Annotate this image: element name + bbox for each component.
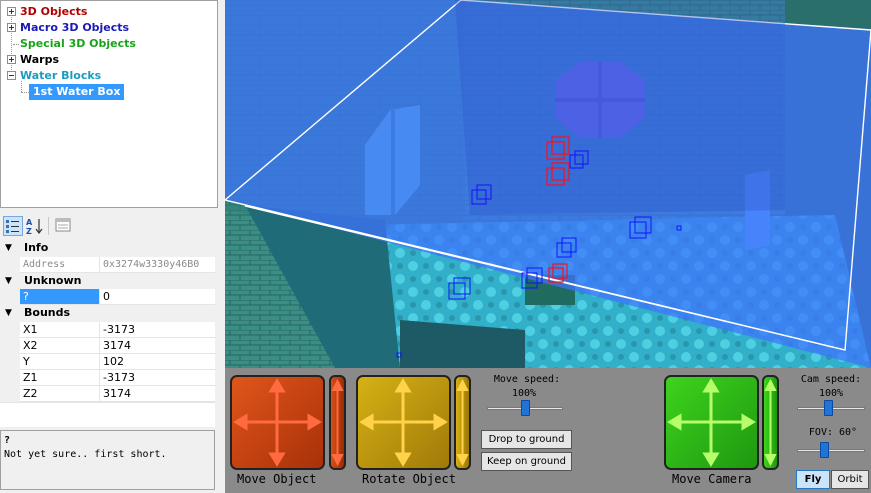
move-camera-vertical-slider[interactable] (762, 375, 779, 470)
fov-label: FOV: 60° (808, 427, 858, 438)
property-row-z2[interactable]: Z2 3174 (0, 386, 215, 402)
tree-item-label: Water Blocks (20, 69, 102, 82)
cam-speed-value: 100% (818, 388, 844, 399)
property-row-z1[interactable]: Z1 -3173 (0, 370, 215, 386)
property-row-y[interactable]: Y 102 (0, 354, 215, 370)
svg-text:A: A (26, 218, 33, 227)
cam-speed-label: Cam speed: (800, 374, 862, 385)
property-value[interactable]: 0x3274w3330y46B0 (99, 257, 215, 273)
category-title: Unknown (24, 274, 82, 287)
rotate-object-vertical-slider[interactable] (454, 375, 471, 470)
property-name: X2 (20, 338, 99, 354)
category-title: Bounds (24, 306, 71, 319)
four-way-arrow-icon (233, 378, 322, 467)
property-row-x2[interactable]: X2 3174 (0, 338, 215, 354)
property-value[interactable]: -3173 (99, 370, 215, 386)
tree-connector (21, 92, 29, 93)
move-speed-slider-thumb[interactable] (521, 400, 530, 416)
property-name: Z1 (20, 370, 99, 386)
3d-viewport[interactable] (225, 0, 871, 368)
collapse-chevron-icon[interactable]: ▼ (5, 305, 12, 321)
description-text: Not yet sure.. first short. (4, 449, 167, 460)
object-tree[interactable]: 3D Objects Macro 3D Objects Special 3D O… (0, 0, 218, 208)
cam-speed-slider-thumb[interactable] (823, 400, 833, 416)
rotate-object-pad[interactable] (356, 375, 451, 470)
vertical-arrow-icon (764, 378, 777, 467)
tree-item-label: Macro 3D Objects (20, 21, 130, 34)
level-scene (225, 0, 871, 368)
drop-to-ground-button[interactable]: Drop to ground (481, 430, 572, 449)
fly-mode-button[interactable]: Fly (796, 470, 830, 489)
rotate-object-label: Rotate Object (362, 472, 456, 486)
property-value[interactable]: 3174 (99, 386, 215, 402)
property-grid-empty-area (0, 402, 215, 427)
toolbar-separator (48, 217, 49, 235)
move-object-label: Move Object (237, 472, 317, 486)
svg-text:Z: Z (26, 227, 32, 236)
tree-item-label: 3D Objects (20, 5, 88, 18)
move-speed-value: 100% (511, 388, 537, 399)
property-value[interactable]: 0 (99, 289, 215, 305)
tree-connector (13, 44, 19, 45)
collapse-minus-icon[interactable] (7, 71, 16, 80)
property-value[interactable]: 3174 (99, 338, 215, 354)
tree-item-label: Special 3D Objects (20, 37, 136, 50)
property-row-address[interactable]: Address 0x3274w3330y46B0 (0, 257, 215, 273)
move-object-pad[interactable] (230, 375, 325, 470)
four-way-arrow-icon (359, 378, 448, 467)
vertical-arrow-icon (331, 378, 344, 467)
expand-plus-icon[interactable] (7, 55, 16, 64)
orbit-mode-button[interactable]: Orbit (831, 470, 869, 489)
property-name: Address (20, 257, 99, 273)
categorized-icon[interactable] (3, 216, 23, 236)
fov-slider[interactable] (797, 449, 865, 452)
move-object-vertical-slider[interactable] (329, 375, 346, 470)
category-title: Info (24, 241, 49, 254)
description-title: ? (4, 435, 11, 446)
property-value[interactable]: 102 (99, 354, 215, 370)
control-panel: Move Object Rotate Object Move speed: 10… (225, 368, 871, 493)
four-way-arrow-icon (667, 378, 756, 467)
category-info[interactable]: ▼ Info (0, 240, 215, 256)
collapse-chevron-icon[interactable]: ▼ (5, 240, 12, 256)
alphabetical-sort-icon[interactable]: A Z (25, 216, 45, 236)
property-name: Y (20, 354, 99, 370)
collapse-chevron-icon[interactable]: ▼ (5, 273, 12, 289)
keep-on-ground-button[interactable]: Keep on ground (481, 452, 572, 471)
expand-plus-icon[interactable] (7, 23, 16, 32)
property-row-x1[interactable]: X1 -3173 (0, 322, 215, 338)
property-grid-toolbar: A Z (0, 211, 218, 240)
property-pages-icon[interactable] (54, 216, 74, 236)
move-camera-label: Move Camera (672, 472, 752, 486)
property-row-unknown[interactable]: ? 0 (0, 289, 215, 305)
expand-plus-icon[interactable] (7, 7, 16, 16)
tree-item-1st-water-box[interactable]: 1st Water Box (29, 84, 125, 100)
category-bounds[interactable]: ▼ Bounds (0, 305, 215, 321)
tree-item-label: Warps (20, 53, 60, 66)
property-description-panel: ? Not yet sure.. first short. (0, 430, 215, 490)
property-name: ? (20, 289, 99, 305)
category-unknown[interactable]: ▼ Unknown (0, 273, 215, 289)
property-value[interactable]: -3173 (99, 322, 215, 338)
property-name: X1 (20, 322, 99, 338)
property-name: Z2 (20, 386, 99, 402)
vertical-arrow-icon (456, 378, 469, 467)
move-speed-label: Move speed: (493, 374, 561, 385)
property-grid: ▼ Info Address 0x3274w3330y46B0 ▼ Unknow… (0, 240, 215, 427)
move-camera-pad[interactable] (664, 375, 759, 470)
fov-slider-thumb[interactable] (820, 442, 830, 458)
tree-connector (11, 9, 12, 76)
